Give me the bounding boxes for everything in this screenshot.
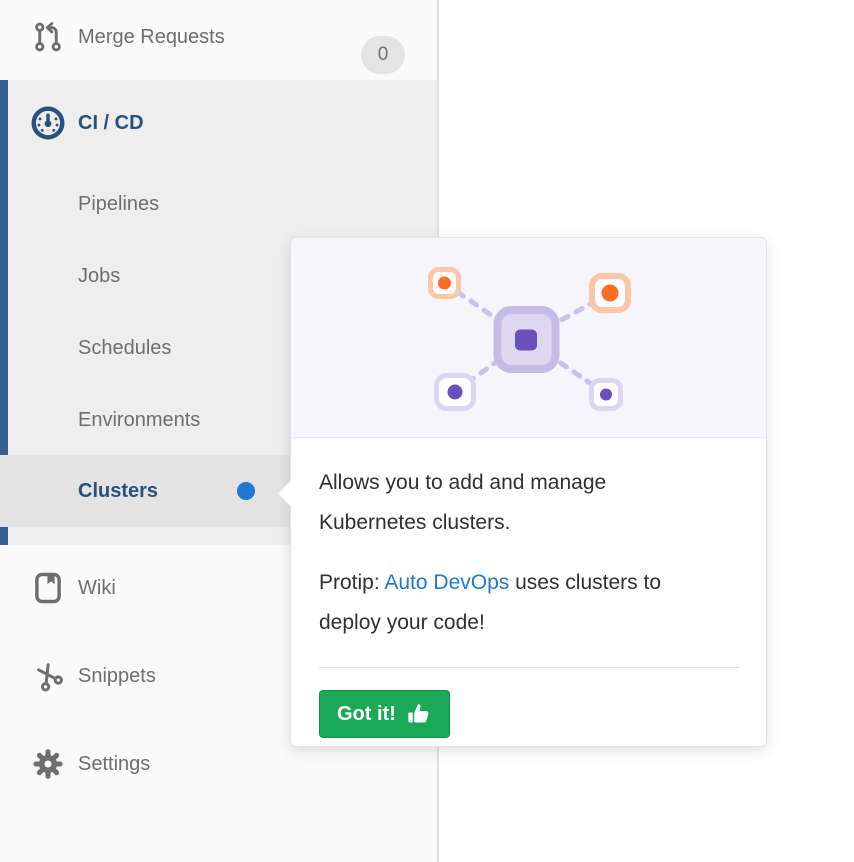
sidebar-item-label: Schedules xyxy=(78,337,171,360)
sidebar-item-merge-requests[interactable]: Merge Requests 0 xyxy=(0,7,437,67)
got-it-button[interactable]: Got it! xyxy=(319,690,450,738)
got-it-button-label: Got it! xyxy=(337,703,396,726)
sidebar-item-label: Wiki xyxy=(78,577,116,600)
thumbs-up-icon xyxy=(406,701,432,727)
popover-protip: Protip: Auto DevOps uses clusters to dep… xyxy=(319,563,671,643)
sidebar-item-label: Merge Requests xyxy=(78,26,225,49)
gear-icon xyxy=(30,746,66,782)
sidebar-item-ci-cd[interactable]: CI / CD xyxy=(0,93,437,153)
popover-divider xyxy=(319,667,740,668)
sidebar-item-label: Settings xyxy=(78,753,150,776)
popover-description: Allows you to add and manage Kubernetes … xyxy=(319,463,671,543)
popover-body: Allows you to add and manage Kubernetes … xyxy=(291,438,766,766)
scissors-icon xyxy=(30,658,66,694)
merge-requests-count-badge: 0 xyxy=(361,36,405,74)
gauge-icon xyxy=(30,105,66,141)
sidebar-item-label: Jobs xyxy=(78,265,120,288)
clusters-notification-dot-icon xyxy=(237,482,255,500)
sidebar-item-label: CI / CD xyxy=(78,112,144,135)
merge-request-icon xyxy=(30,19,66,55)
clusters-popover: Allows you to add and manage Kubernetes … xyxy=(290,237,767,747)
sidebar-item-label: Environments xyxy=(78,409,200,432)
sidebar-item-label: Clusters xyxy=(78,480,158,503)
sidebar-item-pipelines[interactable]: Pipelines xyxy=(0,174,437,234)
protip-prefix: Protip: xyxy=(319,571,384,594)
book-icon xyxy=(30,570,66,606)
kubernetes-cluster-illustration xyxy=(291,238,766,438)
auto-devops-link[interactable]: Auto DevOps xyxy=(384,571,509,594)
sidebar-item-label: Pipelines xyxy=(78,193,159,216)
sidebar-item-label: Snippets xyxy=(78,665,156,688)
screen: Merge Requests 0 xyxy=(0,0,854,862)
